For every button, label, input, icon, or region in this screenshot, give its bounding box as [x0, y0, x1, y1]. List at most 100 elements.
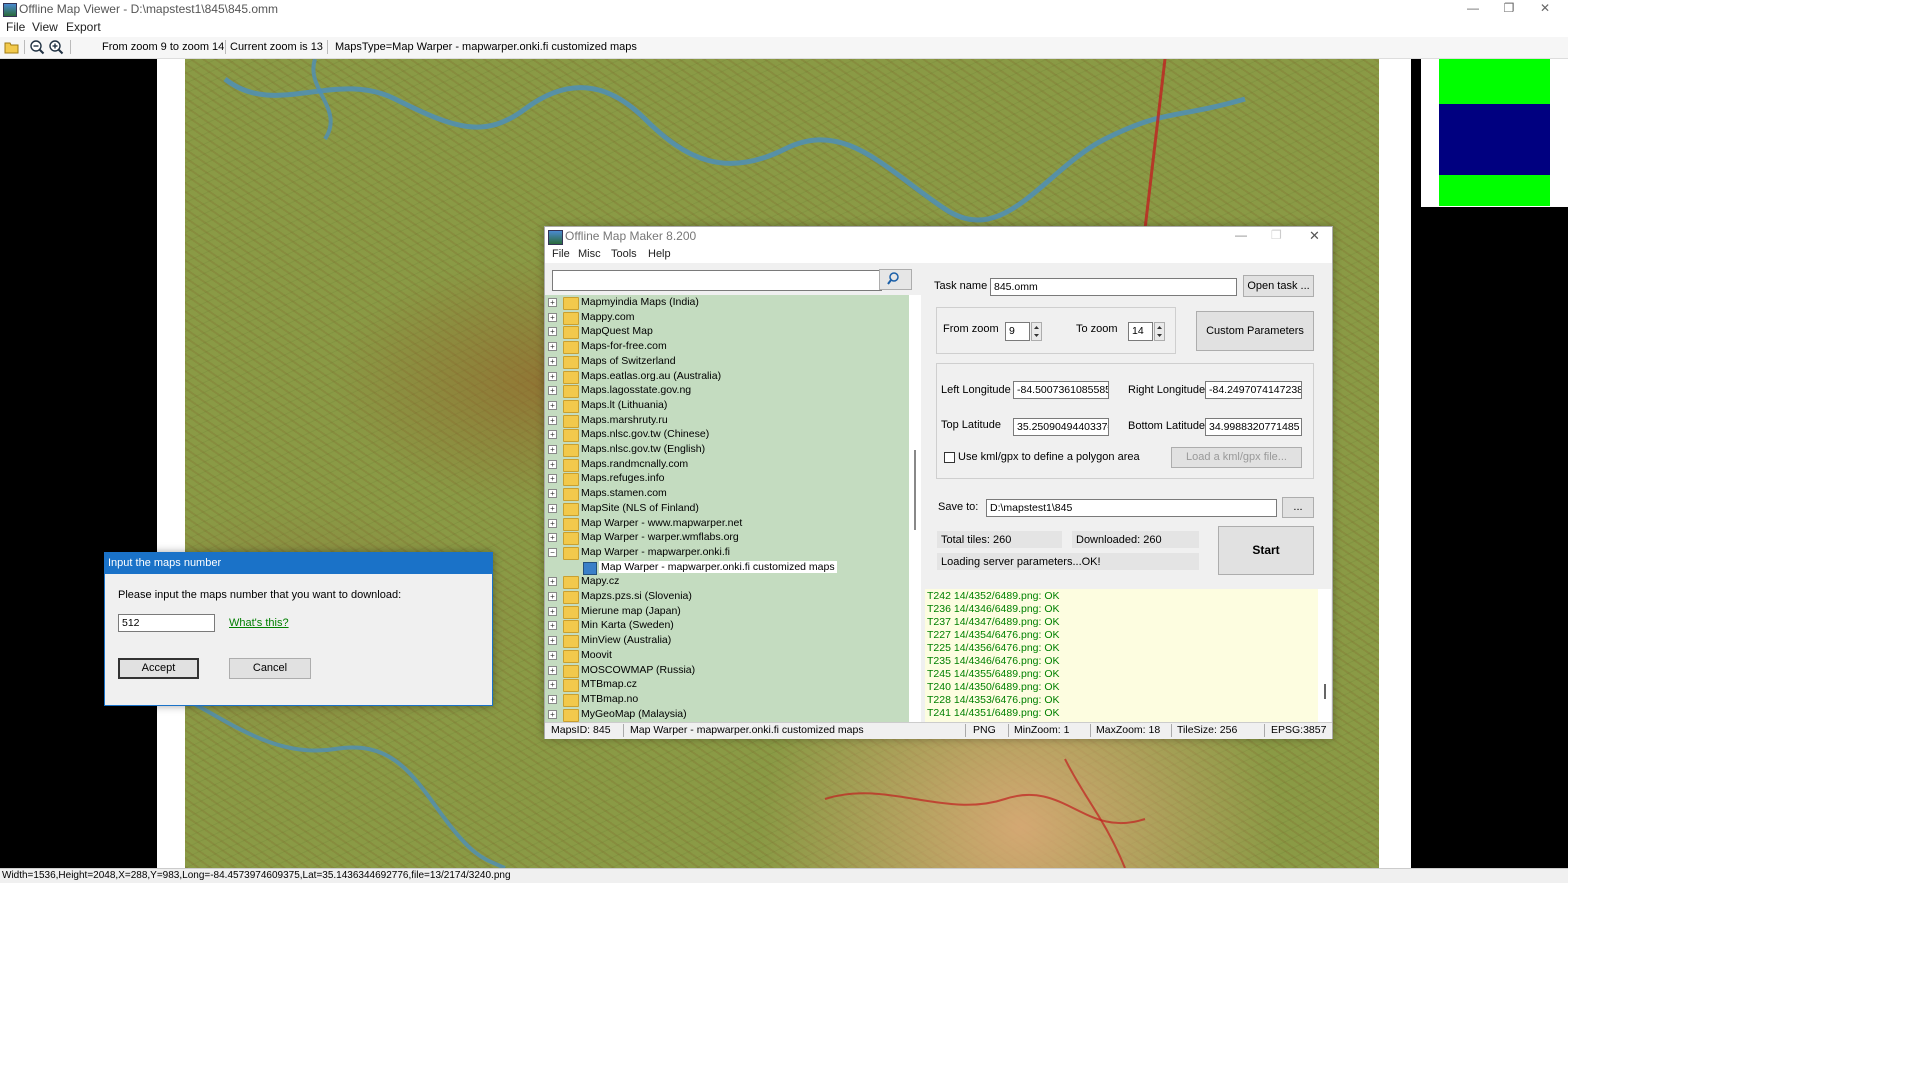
whats-this-link[interactable]: What's this? — [229, 617, 289, 629]
tree-item[interactable]: + Maps-for-free.com — [545, 340, 909, 355]
expand-icon[interactable]: + — [548, 621, 557, 631]
tree-item[interactable]: + MapSite (NLS of Finland) — [545, 502, 909, 516]
log-scroll-thumb[interactable] — [1324, 684, 1326, 699]
to-zoom-spinner[interactable] — [1154, 322, 1165, 341]
expand-icon[interactable]: + — [548, 533, 557, 543]
expand-icon[interactable]: + — [548, 400, 557, 410]
menu-file[interactable]: File — [6, 20, 25, 34]
expand-icon[interactable]: + — [548, 474, 557, 484]
zoom-out-icon[interactable] — [29, 39, 45, 55]
tree-item[interactable]: + MTBmap.no — [545, 693, 909, 707]
omm-maximize-button[interactable]: ❐ — [1271, 228, 1282, 242]
load-kml-button[interactable]: Load a kml/gpx file... — [1171, 447, 1302, 468]
tree-item[interactable]: + MinView (Australia) — [545, 634, 909, 649]
tree-item[interactable]: Map Warper - mapwarper.onki.fi customize… — [545, 560, 909, 575]
maps-search-input[interactable] — [552, 270, 882, 291]
expand-icon[interactable]: + — [548, 356, 557, 366]
tree-item[interactable]: + Maps.refuges.info — [545, 472, 909, 487]
start-button[interactable]: Start — [1218, 526, 1314, 575]
tree-item[interactable]: + MOSCOWMAP (Russia) — [545, 664, 909, 678]
tree-item[interactable]: + Mapzs.pzs.si (Slovenia) — [545, 590, 909, 604]
tree-item[interactable]: − Map Warper - mapwarper.onki.fi — [545, 546, 909, 560]
expand-icon[interactable]: + — [548, 518, 557, 528]
expand-icon[interactable]: + — [548, 327, 557, 337]
search-button[interactable] — [879, 269, 912, 290]
expand-icon[interactable]: + — [548, 680, 557, 690]
tree-item[interactable]: + Maps of Switzerland — [545, 355, 909, 369]
expand-icon[interactable]: + — [548, 665, 557, 675]
from-zoom-input[interactable]: 9 — [1005, 322, 1030, 341]
tree-item[interactable]: + Maps.nlsc.gov.tw (Chinese) — [545, 428, 909, 443]
menu-view[interactable]: View — [32, 20, 58, 34]
expand-icon[interactable]: + — [548, 503, 557, 513]
expand-icon[interactable]: + — [548, 298, 557, 307]
overview-thumbnail[interactable] — [1421, 59, 1568, 207]
zoom-in-icon[interactable] — [48, 39, 64, 55]
tree-item[interactable]: + Mapmyindia Maps (India) — [545, 296, 909, 310]
expand-icon[interactable]: + — [548, 459, 557, 469]
expand-icon[interactable]: + — [548, 592, 557, 601]
expand-icon[interactable]: + — [548, 312, 557, 322]
omm-menu-help[interactable]: Help — [648, 248, 671, 260]
tree-item[interactable]: + MTBmap.cz — [545, 678, 909, 693]
log-scrollbar[interactable] — [1318, 589, 1331, 722]
tree-item[interactable]: + Maps.eatlas.org.au (Australia) — [545, 370, 909, 384]
tree-scroll-thumb[interactable] — [914, 450, 916, 530]
download-log[interactable]: T242 14/4352/6489.png: OK T236 14/4346/64… — [925, 589, 1318, 722]
task-name-input[interactable]: 845.omm — [990, 278, 1237, 296]
expand-icon[interactable]: + — [548, 445, 557, 454]
expand-icon[interactable]: + — [548, 415, 557, 425]
expand-icon[interactable]: + — [548, 709, 557, 719]
browse-button[interactable]: ... — [1282, 497, 1314, 518]
tree-item[interactable]: + Maps.lt (Lithuania) — [545, 399, 909, 413]
tree-item[interactable]: + Min Karta (Sweden) — [545, 619, 909, 634]
close-button[interactable]: ✕ — [1522, 0, 1568, 18]
expand-icon[interactable]: + — [548, 386, 557, 396]
expand-icon[interactable]: + — [548, 430, 557, 440]
omm-minimize-button[interactable]: — — [1235, 228, 1247, 242]
expand-icon[interactable]: + — [548, 694, 557, 704]
expand-icon[interactable]: + — [548, 371, 557, 381]
omm-menu-misc[interactable]: Misc — [578, 248, 601, 260]
tree-item[interactable]: + Maps.stamen.com — [545, 487, 909, 502]
tree-item[interactable]: + MapQuest Map — [545, 325, 909, 340]
to-zoom-input[interactable]: 14 — [1128, 322, 1153, 341]
top-latitude-input[interactable]: 35.2509049440337€ — [1013, 418, 1109, 436]
accept-button[interactable]: Accept — [118, 658, 199, 679]
tree-item[interactable]: + Maps.nlsc.gov.tw (English) — [545, 443, 909, 457]
open-task-button[interactable]: Open task ... — [1243, 275, 1314, 297]
expand-icon[interactable]: + — [548, 606, 557, 616]
omm-close-button[interactable]: ✕ — [1309, 228, 1320, 244]
expand-icon[interactable]: + — [548, 650, 557, 660]
right-longitude-input[interactable]: -84.2497074147238 — [1205, 381, 1302, 399]
tree-item[interactable]: + Map Warper - warper.wmflabs.org — [545, 531, 909, 546]
expand-icon[interactable]: + — [548, 342, 557, 352]
custom-parameters-button[interactable]: Custom Parameters — [1196, 311, 1314, 351]
tree-scrollbar[interactable] — [909, 295, 921, 722]
tree-item[interactable]: + Moovit — [545, 649, 909, 663]
expand-icon[interactable]: + — [548, 636, 557, 646]
expand-icon[interactable]: + — [548, 489, 557, 499]
bottom-latitude-input[interactable]: 34.9988320771485 — [1205, 418, 1302, 436]
menu-export[interactable]: Export — [66, 20, 101, 34]
omm-menu-file[interactable]: File — [552, 248, 570, 260]
tree-item[interactable]: + Mapy.cz — [545, 575, 909, 590]
from-zoom-spinner[interactable] — [1031, 322, 1042, 341]
tree-item[interactable]: + Maps.randmcnally.com — [545, 458, 909, 472]
expand-icon[interactable]: + — [548, 577, 557, 587]
maps-number-input[interactable]: 512 — [118, 614, 215, 632]
tree-item[interactable]: + Map Warper - www.mapwarper.net — [545, 517, 909, 531]
tree-item[interactable]: + MyGeoMap (Malaysia) — [545, 708, 909, 722]
omm-menu-tools[interactable]: Tools — [611, 248, 637, 260]
open-folder-icon[interactable] — [4, 39, 20, 55]
tree-item[interactable]: + Maps.lagosstate.gov.ng — [545, 384, 909, 399]
left-longitude-input[interactable]: -84.5007361085585 — [1013, 381, 1109, 399]
maps-tree[interactable]: + Mapmyindia Maps (India) + Mappy.com + MapQu… — [545, 295, 909, 722]
tree-item[interactable]: + Mierune map (Japan) — [545, 605, 909, 619]
tree-item[interactable]: + Maps.marshruty.ru — [545, 414, 909, 428]
tree-item[interactable]: + Mappy.com — [545, 311, 909, 325]
save-to-input[interactable]: D:\mapstest1\845 — [986, 499, 1277, 517]
collapse-icon[interactable]: − — [548, 547, 557, 557]
kml-checkbox[interactable] — [944, 452, 955, 463]
cancel-button[interactable]: Cancel — [229, 658, 311, 679]
